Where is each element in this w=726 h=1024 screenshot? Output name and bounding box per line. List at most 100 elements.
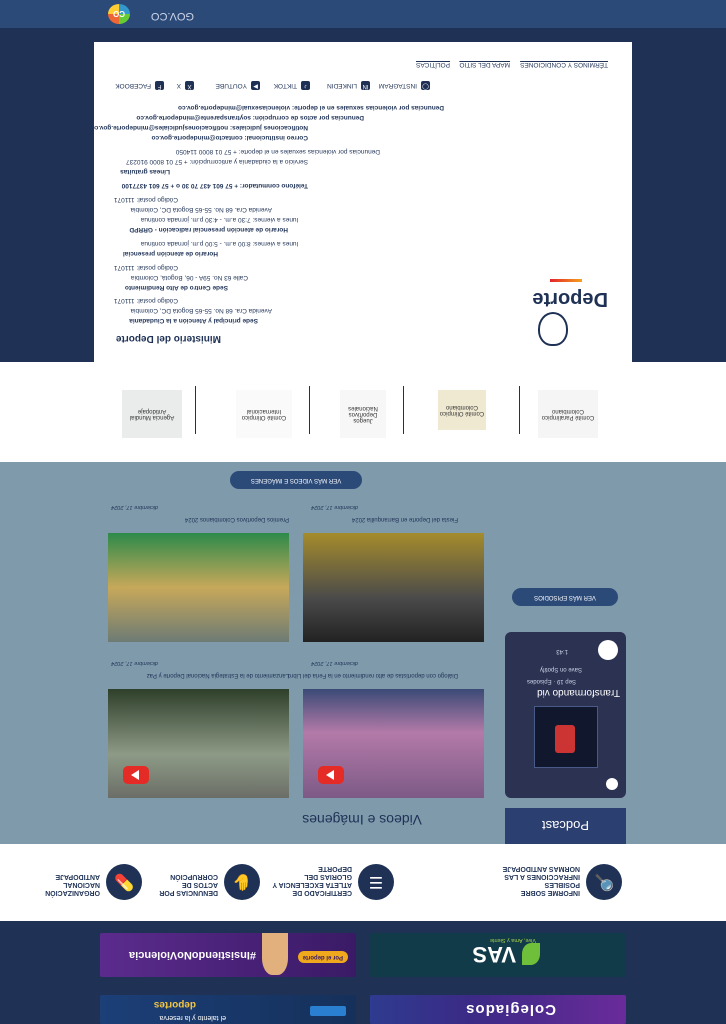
partner-logo-coc[interactable]: Comité Olímpico Colombiano [438,390,486,430]
video-thumb[interactable] [303,689,484,798]
podcast-cover [534,706,598,768]
banner-badge [310,1006,346,1016]
ministry-seal-icon [538,312,568,346]
footer-line: Denuncias por violencias sexuales en el … [175,148,380,155]
banner-title: #InsistiendoNoViolencia [129,949,256,961]
banner-tag: Por el deporte [297,951,348,963]
footer-line: Denuncias por violencias sexuales en el … [178,104,444,111]
link-mapa[interactable]: MAPA DEL SITIO [459,61,510,68]
partner-logo-coi[interactable]: Comité Olímpico Internacional [236,390,292,438]
video-date: diciembre 17, 2024 [311,504,358,510]
video-thumb[interactable] [303,533,484,642]
social-x[interactable]: xX [177,81,194,90]
banner-vas[interactable]: VAS Vive, Ama y Siente [370,933,626,977]
youtube-icon: ▶ [251,81,260,90]
brand-stripe [550,279,582,282]
social-linkedin[interactable]: in LINKEDIN [327,81,370,90]
banner-tag: el talento y la reserva [159,1014,226,1021]
footer-line: Teléfono conmutador: + 57 601 437 70 30 … [121,182,308,189]
footer-line: Líneas gratuitas [120,168,170,175]
footer-line: Sede Centro de Alto Rendimiento [124,284,228,291]
podcast-title: Podcast [542,818,589,834]
banner-leaf [522,943,540,965]
spotify-logo-icon [606,778,618,790]
videos-title: Videos e Imágenes [302,812,422,828]
podcast-show-title: Transformando vid [537,687,620,698]
podcast-save-button[interactable]: Save on Spotify [540,666,582,672]
certificate-icon[interactable]: ☰ [358,864,394,900]
logo-divider [519,386,520,434]
logo-divider [195,386,196,434]
video-thumb[interactable] [108,689,289,798]
govco-badge-icon[interactable]: CO [108,4,130,24]
podcast-duration: 1:43 [556,648,568,654]
partner-logo-paralimpico[interactable]: Comité Paralímpico Colombiano [538,390,598,438]
podcast-header: Podcast [505,808,626,844]
footer-line: Código postal: 111071 [113,297,178,304]
spotify-embed[interactable]: Transformando vid Sep 19 · Episodes Save… [505,632,626,798]
x-icon: x [185,81,194,90]
banner-colegiados[interactable]: Colegiados [370,995,626,1024]
banner-title: deportes [153,999,196,1010]
play-icon[interactable] [598,640,618,660]
page-rotated-canvas: Colegiados deportes el talento y la rese… [0,0,726,1024]
service-label[interactable]: ORGANIZACIÓN NACIONAL ANTIDOPAJE [20,872,100,896]
facebook-icon: f [155,81,164,90]
footer-line: Horario de atención presencial radicació… [129,226,288,233]
video-caption[interactable]: Fiesta del Deporte en Barranquilla 2024 [278,515,458,522]
banner-deportes[interactable]: deportes el talento y la reserva [100,995,356,1024]
govco-badge-label: CO [113,9,125,19]
banner-title: VAS [472,942,516,967]
service-label[interactable]: CERTIFICADO DE ATLETA EXCELENCIA Y GLORI… [272,864,352,896]
footer-line: Sede principal y Atención a la Ciudadaní… [129,317,258,324]
see-more-episodes-button[interactable]: VER MÁS EPISODIOS [512,588,618,606]
hand-icon[interactable]: ✋ [224,864,260,900]
linkedin-icon: in [361,81,370,90]
footer-line: lunes a viernes: 8:00 a.m. - 5:00 p.m. j… [140,240,298,247]
logo-divider [403,386,404,434]
social-tiktok[interactable]: ♪ TIKTOK [274,81,310,90]
see-more-videos-button[interactable]: VER MÁS VIDEOS E IMÁGENES [230,471,362,489]
logo-divider [309,386,310,434]
partner-logo-wada[interactable]: Agencia Mundial Antidopaje [122,390,182,438]
footer-line: Correo institucional: contacto@mindeport… [151,134,308,141]
footer-line: Calle 63 No. 59A - 06, Bogotá, Colombia [130,274,248,281]
video-caption[interactable]: Lanzamiento de la Estrategia Nacional De… [109,671,289,678]
youtube-play-icon[interactable] [123,766,149,784]
footer-line: Código postal: 111071 [113,196,178,203]
link-politicas[interactable]: POLÍTICAS [416,61,450,68]
brand-name: Deporte [532,288,608,310]
link-terminos[interactable]: TÉRMINOS Y CONDICIONES [520,61,608,68]
magnifier-icon[interactable]: 🔍 [586,864,622,900]
banner-title: Colegiados [465,1001,556,1018]
footer-line: Notificaciones judiciales: notificacione… [90,124,308,131]
partner-logo-juegos[interactable]: Juegos Deportivos Nacionales [340,390,386,438]
banner-no-violencia[interactable]: #InsistiendoNoViolencia Por el deporte [100,933,356,977]
govco-domain[interactable]: GOV.CO [151,10,194,22]
banner-figure [262,933,288,975]
video-caption[interactable]: Diálogo con deportistas de alto rendimie… [278,671,458,678]
video-date: diciembre 17, 2024 [111,660,158,666]
podcast-episode-meta: Sep 19 · Episodes [526,678,576,684]
footer-line: Servicio a la ciudadanía y anticorrupció… [126,158,308,165]
service-label[interactable]: INFORME SOBRE POSIBLES INFRACCIONES A LA… [500,864,580,896]
footer-line: lunes a viernes: 7:30 a.m. - 4:30 p.m. j… [140,216,298,223]
video-date: diciembre 17, 2024 [311,660,358,666]
social-facebook[interactable]: f FACEBOOK [115,81,164,90]
service-label[interactable]: DENUNCIAS POR ACTOS DE CORRUPCIÓN [138,872,218,896]
social-youtube[interactable]: ▶ YOUTUBE [216,81,260,90]
video-date: diciembre 17, 2024 [111,504,158,510]
footer-line: Avenida Cra. 68 No. 55-65 Bogotá DC, Col… [130,206,272,213]
instagram-icon: ◯ [421,81,430,90]
video-thumb[interactable] [108,533,289,642]
footer-line: Código postal: 111071 [113,264,178,271]
footer-line: Denuncias por actos de corrupción: soytr… [136,114,364,121]
social-instagram[interactable]: ◯ INSTAGRAM [379,81,430,90]
tiktok-icon: ♪ [301,81,310,90]
antidoping-icon[interactable]: 💊 [106,864,142,900]
youtube-play-icon[interactable] [318,766,344,784]
footer-line: Avenida Cra. 68 No. 55-65 Bogotá DC, Col… [130,307,272,314]
footer-line: Horario de atención presencial [122,250,218,257]
video-caption[interactable]: Premios Deportivos Colombianos 2024 [109,515,289,522]
ministry-title: Ministerio del Deporte [115,333,221,344]
